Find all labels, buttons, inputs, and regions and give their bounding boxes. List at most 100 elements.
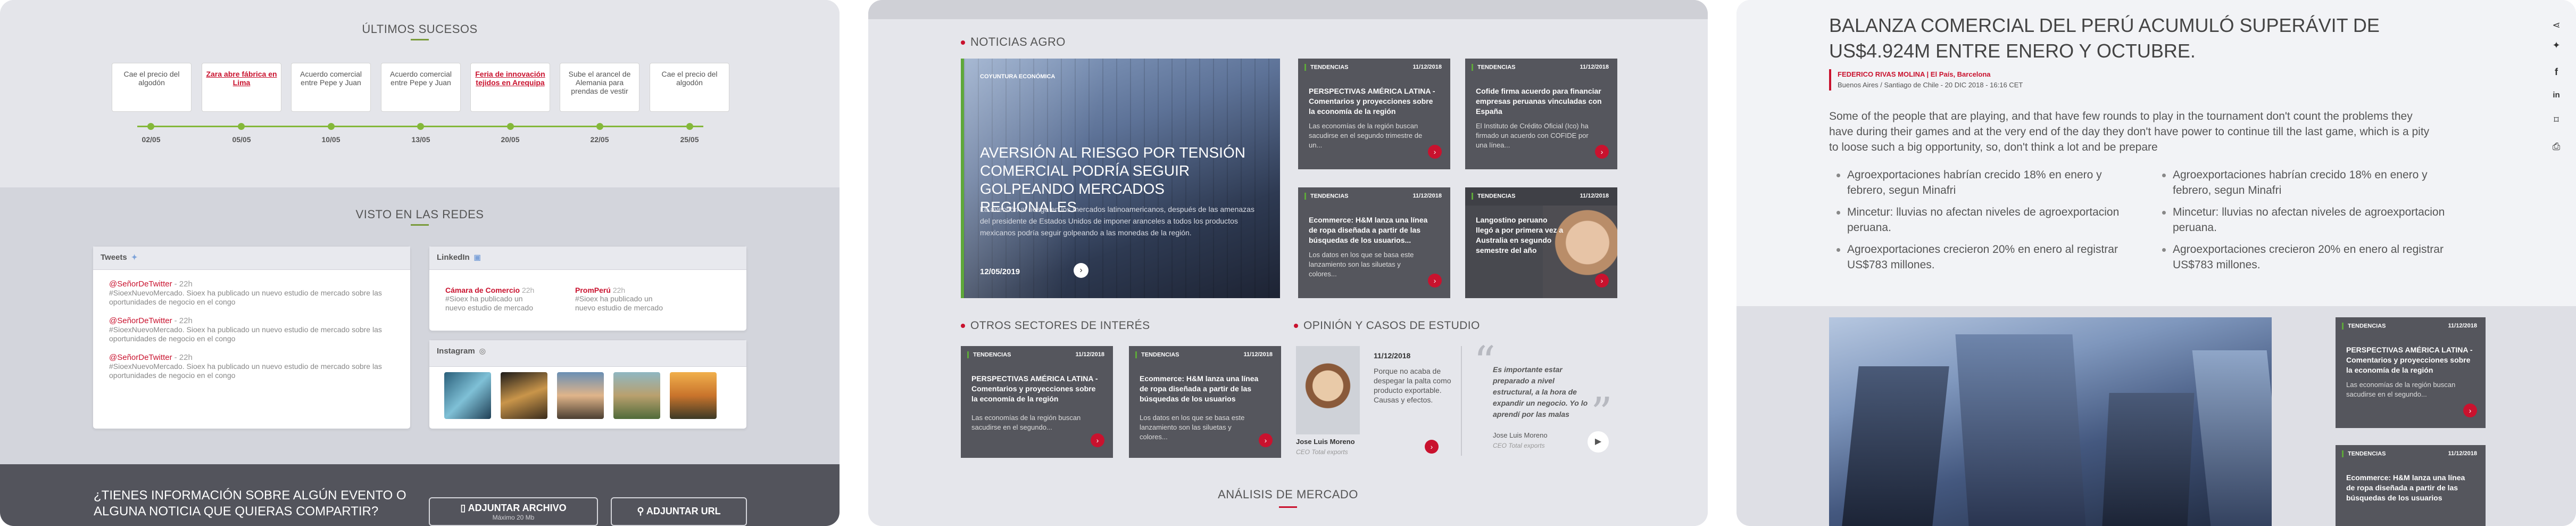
bullet-item[interactable]: Agroexportaciones crecieron 20% en enero… bbox=[1834, 242, 2122, 273]
instagram-box: Instagram ◎ bbox=[429, 340, 747, 429]
news-card[interactable]: TENDENCIAS 11/12/2018 Ecommerce: H&M lanz… bbox=[2336, 445, 2486, 526]
tweets-box: Tweets ✦ @SeñorDeTwitter - 22h #SioexNuevo… bbox=[93, 246, 411, 429]
instagram-photo[interactable] bbox=[670, 372, 717, 419]
tweet-item[interactable]: @SeñorDeTwitter - 22h #SioexNuevoMercado.… bbox=[93, 316, 410, 343]
news-card[interactable]: TENDENCIAS 11/12/2018 Langostino peruano … bbox=[1465, 187, 1617, 298]
bullet-item[interactable]: Agroexportaciones habrían crecido 18% en… bbox=[1834, 167, 2122, 198]
timeline-event-card[interactable]: Acuerdo comercial entre Pepe y Juan bbox=[291, 63, 371, 112]
timeline-title: ÚLTIMOS SUCESOS bbox=[313, 22, 526, 40]
tweet-item[interactable]: @SeñorDeTwitter - 22h #SioexNuevoMercado.… bbox=[93, 353, 410, 380]
opinion-role: CEO Total exports bbox=[1296, 448, 1348, 456]
bullet-item[interactable]: Agroexportaciones crecieron 20% en enero… bbox=[2160, 242, 2447, 273]
arrow-right-icon[interactable]: › bbox=[1595, 274, 1609, 287]
timeline-event-card[interactable]: Feria de innovación tejidos en Arequipa bbox=[470, 63, 550, 112]
instagram-photo[interactable] bbox=[444, 372, 491, 419]
arrow-right-icon[interactable]: › bbox=[1074, 263, 1088, 278]
linkedin-item[interactable]: PromPerú 22h #Sioex ha publicado un nuev… bbox=[575, 286, 666, 313]
author-photo bbox=[1296, 346, 1360, 434]
play-button[interactable]: ▶ bbox=[1588, 431, 1609, 453]
timeline-dot[interactable] bbox=[417, 123, 424, 130]
opinion-author: Jose Luis Moreno bbox=[1296, 438, 1355, 446]
linkedin-icon[interactable]: in bbox=[2549, 88, 2563, 102]
timeline-event-card[interactable]: Cae el precio del algodón bbox=[112, 63, 192, 112]
news-panel: NOTICIAS AGRO COYUNTURA ECONÓMICA AVERSI… bbox=[868, 0, 1708, 526]
timeline-dot[interactable] bbox=[147, 123, 154, 130]
arrow-right-icon[interactable]: › bbox=[1595, 145, 1609, 159]
timeline-date: 05/05 bbox=[232, 135, 251, 144]
news-card[interactable]: TENDENCIAS 11/12/2018 Ecommerce: H&M lanz… bbox=[1129, 346, 1281, 458]
timeline-dot[interactable] bbox=[507, 123, 514, 130]
timeline-event-card[interactable]: Zara abre fábrica en Lima bbox=[202, 63, 281, 112]
arrow-right-icon[interactable]: › bbox=[1259, 433, 1273, 447]
attach-file-button[interactable]: ▯ ADJUNTAR ARCHIVO Máximo 20 Mb bbox=[429, 497, 598, 526]
opinion-date: 11/12/2018 bbox=[1374, 351, 1411, 360]
analysis-section: ANÁLISIS DE MERCADO bbox=[868, 479, 1708, 526]
timeline-dot[interactable] bbox=[686, 123, 693, 130]
instagram-header: Instagram ◎ bbox=[429, 340, 746, 367]
timeline-event-card[interactable]: Acuerdo comercial entre Pepe y Juan bbox=[381, 63, 461, 112]
bullet-item[interactable]: Agroexportaciones habrían crecido 18% en… bbox=[2160, 167, 2447, 198]
instagram-icon: ◎ bbox=[479, 347, 486, 355]
timeline-dot[interactable] bbox=[238, 123, 245, 130]
timeline-date: 20/05 bbox=[501, 135, 520, 144]
link-icon: ⚲ bbox=[637, 506, 646, 516]
bullet-dot bbox=[1294, 324, 1298, 328]
share-question: ¿TIENES INFORMACIÓN SOBRE ALGÚN EVENTO O… bbox=[94, 488, 406, 519]
timeline-date: 13/05 bbox=[411, 135, 430, 144]
instagram-photo[interactable] bbox=[613, 372, 660, 419]
quote-open-icon: “ bbox=[1474, 337, 1495, 387]
article-author[interactable]: FEDERICO RIVAS MOLINA | El País, Barcelo… bbox=[1838, 69, 2023, 80]
share-icon[interactable]: ⋖ bbox=[2549, 18, 2563, 32]
section-title-opinion: OPINIÓN Y CASOS DE ESTUDIO bbox=[1294, 319, 1480, 332]
facebook-icon[interactable]: f bbox=[2549, 65, 2563, 79]
instagram-photo[interactable] bbox=[501, 372, 547, 419]
bullet-item[interactable]: Mincetur: lluvias no afectan niveles de … bbox=[1834, 204, 2122, 235]
twitter-icon: ✦ bbox=[131, 253, 138, 261]
article-header: BALANZA COMERCIAL DEL PERÚ ACUMULÓ SUPER… bbox=[1736, 0, 2576, 306]
linkedin-icon: ▣ bbox=[473, 253, 481, 261]
arrow-right-icon[interactable]: › bbox=[1091, 433, 1104, 447]
timeline-event-card[interactable]: Sube el arancel de Alemania para prendas… bbox=[560, 63, 639, 112]
news-card[interactable]: TENDENCIAS 11/12/2018 PERSPECTIVAS AMÉRIC… bbox=[2336, 317, 2486, 428]
bullet-item[interactable]: Mincetur: lluvias no afectan niveles de … bbox=[2160, 204, 2447, 235]
bullet-dot bbox=[961, 324, 965, 328]
news-card[interactable]: TENDENCIAS 11/12/2018 Cofide firma acuerd… bbox=[1465, 59, 1617, 169]
quote-author: Jose Luis Moreno bbox=[1493, 431, 1548, 439]
arrow-right-icon[interactable]: › bbox=[1428, 274, 1442, 287]
opinion-title[interactable]: Porque no acaba de despegar la palta com… bbox=[1374, 366, 1453, 405]
instagram-photo[interactable] bbox=[557, 372, 604, 419]
arrow-right-icon[interactable]: › bbox=[2463, 404, 2477, 417]
file-icon: ▯ bbox=[460, 503, 468, 513]
timeline-dot[interactable] bbox=[596, 123, 603, 130]
bullet-dot bbox=[961, 40, 965, 45]
news-card[interactable]: TENDENCIAS 11/12/2018 PERSPECTIVAS AMÉRIC… bbox=[961, 346, 1113, 458]
share-news-bar: ¿TIENES INFORMACIÓN SOBRE ALGÚN EVENTO O… bbox=[0, 464, 840, 526]
attach-url-button[interactable]: ⚲ ADJUNTAR URL bbox=[611, 497, 747, 526]
linkedin-box: LinkedIn ▣ Cámara de Comercio 22h #Sioex … bbox=[429, 246, 747, 331]
arrow-right-icon[interactable]: › bbox=[1428, 145, 1442, 159]
timeline-dot[interactable] bbox=[328, 123, 335, 130]
twitter-icon[interactable]: ✦ bbox=[2549, 38, 2563, 52]
quote-role: CEO Total exports bbox=[1493, 442, 1545, 449]
hero-date: 12/05/2019 bbox=[980, 267, 1020, 276]
section-title-analisis: ANÁLISIS DE MERCADO bbox=[1182, 488, 1394, 508]
divider bbox=[1461, 346, 1462, 456]
tweet-item[interactable]: @SeñorDeTwitter - 22h #SioexNuevoMercado.… bbox=[93, 280, 410, 307]
arrow-right-icon[interactable]: › bbox=[1425, 440, 1439, 454]
social-section: VISTO EN LAS REDES Tweets ✦ @SeñorDeTwitt… bbox=[0, 187, 840, 464]
timeline-date: 25/05 bbox=[680, 135, 699, 144]
bookmark-icon[interactable]: ⌑ bbox=[2549, 113, 2563, 127]
news-card[interactable]: TENDENCIAS 11/12/2018 Ecommerce: H&M lanz… bbox=[1298, 187, 1450, 298]
social-title: VISTO EN LAS REDES bbox=[313, 208, 526, 226]
hero-article[interactable]: COYUNTURA ECONÓMICA AVERSIÓN AL RIESGO P… bbox=[961, 59, 1280, 298]
events-social-panel: ÚLTIMOS SUCESOS Cae el precio del algodó… bbox=[0, 0, 840, 526]
news-card[interactable]: TENDENCIAS 11/12/2018 PERSPECTIVAS AMÉRIC… bbox=[1298, 59, 1450, 169]
timeline-date: 22/05 bbox=[590, 135, 609, 144]
timeline-event-card[interactable]: Cae el precio del algodón bbox=[650, 63, 729, 112]
article-lead: Some of the people that are playing, and… bbox=[1829, 110, 2430, 153]
tweets-header: Tweets ✦ bbox=[93, 246, 410, 270]
linkedin-item[interactable]: Cámara de Comercio 22h #Sioex ha publica… bbox=[445, 286, 536, 313]
timeline-date: 10/05 bbox=[321, 135, 340, 144]
top-strip bbox=[868, 0, 1708, 19]
print-icon[interactable]: ⎙ bbox=[2549, 139, 2563, 153]
